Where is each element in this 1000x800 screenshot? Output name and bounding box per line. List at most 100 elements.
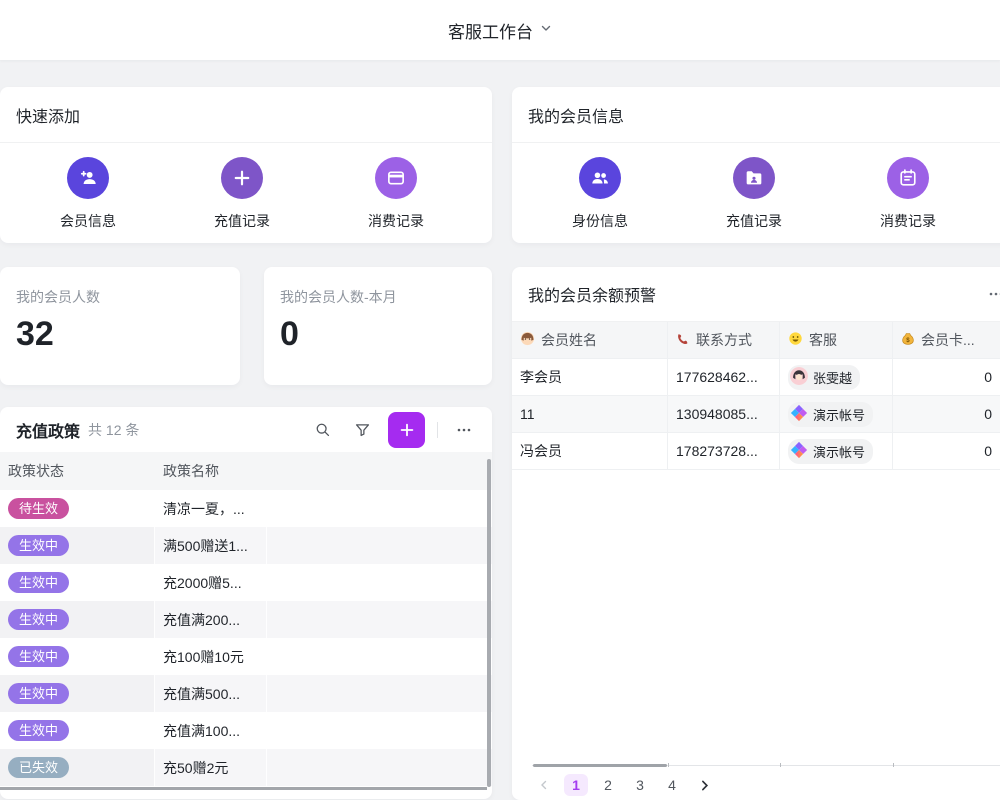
- recharge-policy-table: 政策状态 政策名称 待生效 清凉一夏，... 生效中 满500赠送1... 生效…: [0, 452, 492, 786]
- table-row[interactable]: 生效中 充值满200...: [0, 601, 492, 638]
- policy-name-cell: 充50赠2元: [155, 749, 267, 786]
- stat-label: 我的会员人数-本月: [264, 267, 492, 307]
- status-badge: 生效中: [8, 535, 69, 557]
- table-row[interactable]: 待生效 清凉一夏，...: [0, 490, 492, 527]
- stat-value: 0: [264, 307, 492, 351]
- agent-cell: 张雯越: [780, 359, 893, 395]
- quick-add-title: 快速添加: [16, 103, 80, 127]
- status-badge: 生效中: [8, 720, 69, 742]
- member-identity-info[interactable]: 身份信息: [528, 157, 672, 231]
- vertical-scrollbar-thumb[interactable]: [487, 459, 491, 787]
- filter-icon[interactable]: [348, 416, 376, 444]
- card-balance-cell: 0: [893, 359, 1000, 395]
- column-label: 政策名称: [155, 452, 267, 490]
- contact-cell: 130948085...: [668, 396, 780, 432]
- add-record-button[interactable]: [388, 412, 425, 448]
- search-icon[interactable]: [308, 416, 336, 444]
- policy-name-cell: 充100赠10元: [155, 638, 267, 675]
- balance-warning-card: 我的会员余额预警 会员姓名 联系方式 客服 $ 会员卡...: [512, 267, 1000, 800]
- table-row[interactable]: 生效中 充值满500...: [0, 675, 492, 712]
- agent-name: 张雯越: [813, 368, 852, 387]
- folder-user-icon: [733, 157, 775, 199]
- page-button[interactable]: 3: [628, 774, 652, 796]
- column-tick: [893, 763, 894, 767]
- column-label: 会员卡...: [921, 330, 975, 350]
- table-header-row: 会员姓名 联系方式 客服 $ 会员卡...: [512, 322, 1000, 359]
- table-row[interactable]: 冯会员 178273728... 演示帐号 0: [512, 433, 1000, 470]
- policy-name-cell: 充值满100...: [155, 712, 267, 749]
- my-member-info-item-label: 消费记录: [880, 211, 936, 231]
- more-icon[interactable]: [450, 416, 478, 444]
- chevron-down-icon: [540, 21, 552, 39]
- stat-value: 32: [0, 307, 240, 351]
- my-member-info-item-label: 充值记录: [726, 211, 782, 231]
- page-button[interactable]: 4: [660, 774, 684, 796]
- my-member-info-title: 我的会员信息: [528, 103, 624, 127]
- column-label: 会员姓名: [541, 330, 597, 350]
- table-row[interactable]: 生效中 充2000赠5...: [0, 564, 492, 601]
- demo-logo: [790, 441, 808, 462]
- member-recharge-record[interactable]: 充值记录: [682, 157, 826, 231]
- table-row[interactable]: 11 130948085... 演示帐号 0: [512, 396, 1000, 433]
- table-row[interactable]: 生效中 充100赠10元: [0, 638, 492, 675]
- plus-icon: [221, 157, 263, 199]
- column-tick: [668, 763, 669, 767]
- my-member-info-card: 我的会员信息 身份信息 充值记录: [512, 87, 1000, 243]
- status-badge: 生效中: [8, 609, 69, 631]
- quick-add-item-label: 消费记录: [368, 211, 424, 231]
- table-row[interactable]: 生效中 满500赠送1...: [0, 527, 492, 564]
- girl-avatar: [790, 367, 808, 388]
- horizontal-scrollbar-thumb[interactable]: [0, 787, 487, 790]
- quick-add-recharge-record[interactable]: 充值记录: [170, 157, 314, 231]
- table-row[interactable]: 李会员 177628462... 张雯越 0: [512, 359, 1000, 396]
- member-name-cell: 冯会员: [512, 433, 668, 469]
- card-balance-cell: 0: [893, 396, 1000, 432]
- page-title: 客服工作台: [448, 18, 533, 43]
- top-bar: 客服工作台: [0, 0, 1000, 60]
- more-icon[interactable]: [988, 286, 1000, 302]
- demo-logo: [790, 404, 808, 425]
- recharge-policy-title: 充值政策: [16, 418, 80, 442]
- page-button[interactable]: 1: [564, 774, 588, 796]
- people-icon: [579, 157, 621, 199]
- agent-name: 演示帐号: [813, 442, 865, 461]
- status-badge: 生效中: [8, 683, 69, 705]
- smiley-icon: [788, 331, 803, 349]
- record-count: 共 12 条: [88, 420, 139, 440]
- workbench-switcher[interactable]: 客服工作台: [448, 18, 552, 43]
- balance-warning-table: 会员姓名 联系方式 客服 $ 会员卡... 李会员 177628462... 张…: [512, 322, 1000, 470]
- quick-add-consume-record[interactable]: 消费记录: [324, 157, 468, 231]
- quick-add-item-label: 会员信息: [60, 211, 116, 231]
- member-consume-record[interactable]: 消费记录: [836, 157, 980, 231]
- next-page-icon[interactable]: [692, 774, 716, 796]
- contact-cell: 177628462...: [668, 359, 780, 395]
- table-row[interactable]: 已失效 充50赠2元: [0, 749, 492, 786]
- my-member-info-item-label: 身份信息: [572, 211, 628, 231]
- agent-cell: 演示帐号: [780, 396, 893, 432]
- member-count-month-card: 我的会员人数-本月 0: [264, 267, 492, 385]
- status-badge: 生效中: [8, 646, 69, 668]
- status-badge: 生效中: [8, 572, 69, 594]
- policy-name-cell: 充值满500...: [155, 675, 267, 712]
- horizontal-scrollbar-thumb[interactable]: [533, 764, 667, 767]
- policy-name-cell: 清凉一夏，...: [155, 490, 267, 527]
- prev-page-icon[interactable]: [532, 774, 556, 796]
- recharge-policy-card: 充值政策 共 12 条 政策状态 政策名称 待生效 清凉一夏，..: [0, 407, 492, 799]
- policy-name-cell: 充2000赠5...: [155, 564, 267, 601]
- contact-cell: 178273728...: [668, 433, 780, 469]
- column-tick: [780, 763, 781, 767]
- quick-add-card: 快速添加 会员信息 充值记录: [0, 87, 492, 243]
- svg-text:$: $: [906, 336, 910, 343]
- column-label: 政策状态: [0, 452, 155, 490]
- customer-service-workbench: { "top_bar": { "title": "客服工作台" }, "quic…: [0, 0, 1000, 799]
- stat-label: 我的会员人数: [0, 267, 240, 307]
- quick-add-member-info[interactable]: 会员信息: [16, 157, 160, 231]
- card-balance-cell: 0: [893, 433, 1000, 469]
- page-button[interactable]: 2: [596, 774, 620, 796]
- member-add-icon: [67, 157, 109, 199]
- calendar-icon: [887, 157, 929, 199]
- column-label: 客服: [809, 330, 837, 350]
- moneybag-icon: $: [901, 332, 915, 349]
- status-badge: 已失效: [8, 757, 69, 779]
- table-row[interactable]: 生效中 充值满100...: [0, 712, 492, 749]
